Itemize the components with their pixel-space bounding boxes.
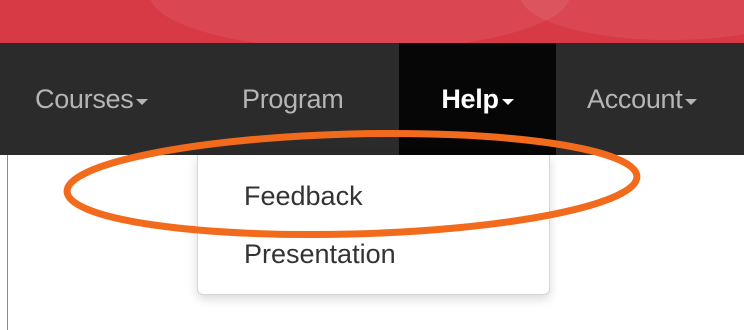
caret-down-icon [501, 98, 514, 105]
main-navbar: Courses Program Help Account [0, 43, 744, 155]
help-menu-item-feedback[interactable]: Feedback [244, 181, 363, 212]
nav-item-label: Account [587, 83, 683, 114]
nav-item-label: Help [441, 83, 499, 114]
caret-down-icon [685, 98, 698, 105]
nav-item-help[interactable]: Help [399, 43, 556, 155]
content-border [7, 155, 8, 330]
nav-item-label: Courses [35, 83, 134, 114]
caret-down-icon [136, 98, 149, 105]
nav-item-program[interactable]: Program [242, 43, 344, 155]
banner-swoosh [520, 0, 744, 40]
nav-item-courses[interactable]: Courses [35, 43, 149, 155]
banner-swoosh [150, 0, 570, 43]
nav-item-account[interactable]: Account [587, 43, 698, 155]
top-banner [0, 0, 744, 43]
help-menu-item-presentation[interactable]: Presentation [244, 239, 396, 270]
help-dropdown-menu: Feedback Presentation [197, 155, 550, 295]
nav-item-label: Program [242, 83, 344, 114]
